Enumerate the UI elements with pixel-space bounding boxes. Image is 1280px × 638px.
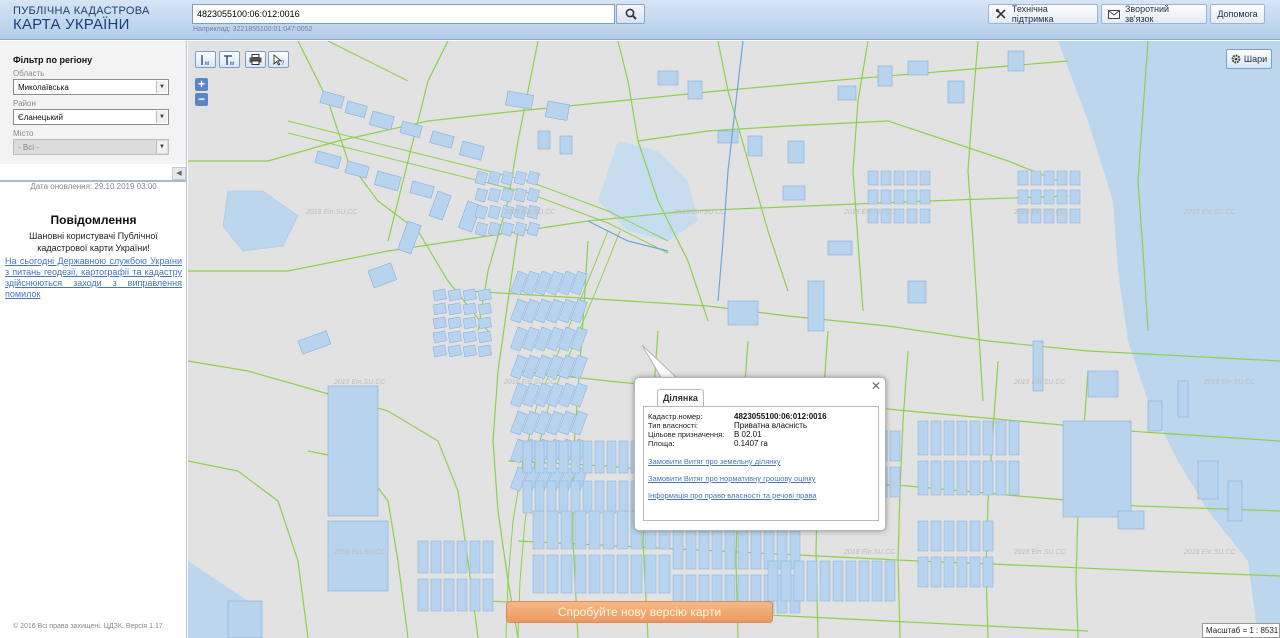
- zoom-in-button[interactable]: +: [195, 78, 208, 91]
- watermark: 2018 Ein.SU.CC: [504, 209, 556, 216]
- gear-icon: [1231, 54, 1241, 64]
- watermark: 2018 Ein.SU.CC: [334, 379, 386, 386]
- svg-text:м: м: [205, 61, 209, 66]
- city-select-value: - Всі -: [18, 143, 39, 152]
- area-value: 0.1407 га: [734, 439, 768, 448]
- district-label: Район: [13, 99, 36, 108]
- ownership-info-link[interactable]: Інформація про право власності та речові…: [648, 491, 817, 500]
- watermark: 2018 Ein.SU.CC: [674, 209, 726, 216]
- cadastral-search-input[interactable]: [192, 4, 615, 24]
- logo-line2: КАРТА УКРАЇНИ: [13, 16, 130, 33]
- watermark: 2018 Ein.SU.CC: [1184, 209, 1236, 216]
- search-hint: Наприклад: 3221855100:01:047:0052: [193, 26, 313, 33]
- collapse-sidebar-button[interactable]: ◀: [172, 167, 186, 180]
- try-new-version-button[interactable]: Спробуйте нову версію карти: [506, 601, 773, 623]
- update-date: Дата оновлення: 29.10.2019 03:00: [30, 182, 157, 191]
- zoom-out-button[interactable]: −: [195, 93, 208, 106]
- city-select: - Всі - ▼: [13, 139, 169, 155]
- order-valuation-extract-link[interactable]: Замовити Витяг про нормативну грошову оц…: [648, 474, 815, 483]
- watermark: 2018 Ein.SU.CC: [1204, 379, 1256, 386]
- help-button[interactable]: Допомога: [1210, 4, 1265, 24]
- ownership-type-value: Приватна власність: [734, 421, 808, 430]
- district-select[interactable]: Єланецький ▼: [13, 109, 169, 125]
- chevron-down-icon: ▼: [156, 111, 167, 123]
- popup-body: Кадастр.номер: 4823055100:06:012:0016 Ти…: [643, 406, 879, 521]
- search-icon: [625, 8, 637, 20]
- purpose-label: Цільове призначення:: [648, 430, 725, 439]
- feedback-label: Зворотний зв'язок: [1124, 4, 1170, 24]
- ruler-icon: м: [200, 54, 209, 66]
- svg-text:м: м: [230, 61, 234, 66]
- cadastral-number-value: 4823055100:06:012:0016: [734, 412, 827, 421]
- close-icon[interactable]: ✕: [871, 379, 881, 393]
- measure-area-button[interactable]: м: [219, 51, 240, 68]
- region-select[interactable]: Миколаївська ▼: [13, 79, 169, 95]
- identify-button[interactable]: ?: [268, 51, 289, 68]
- purpose-value: В 02.01: [734, 430, 762, 439]
- measure-distance-button[interactable]: м: [195, 51, 216, 68]
- feedback-button[interactable]: Зворотний зв'язок: [1101, 4, 1207, 24]
- layers-label: Шари: [1243, 54, 1268, 64]
- chevron-down-icon: ▼: [156, 141, 167, 153]
- cursor-question-icon: ?: [273, 53, 285, 66]
- chevron-down-icon: ▼: [156, 81, 167, 93]
- header: ПУБЛІЧНА КАДАСТРОВА КАРТА УКРАЇНИ Наприк…: [0, 0, 1280, 40]
- district-select-value: Єланецький: [18, 113, 63, 122]
- area-label: Площа:: [648, 439, 675, 448]
- city-label: Місто: [13, 129, 34, 138]
- sidebar: Фільтр по регіону Область Миколаївська ▼…: [0, 41, 187, 638]
- printer-icon: [249, 54, 262, 65]
- svg-text:?: ?: [281, 61, 285, 66]
- support-button[interactable]: Технічна підтримка: [988, 4, 1098, 24]
- print-button[interactable]: [245, 51, 266, 68]
- watermark: 2018 Ein.SU.CC: [306, 209, 358, 216]
- logo[interactable]: ПУБЛІЧНА КАДАСТРОВА КАРТА УКРАЇНИ: [13, 5, 150, 33]
- watermark: 2018 Ein.SU.CC: [504, 379, 556, 386]
- scale-readout: Масштаб = 1 : 8531: [1202, 623, 1280, 638]
- parcel-info-popup: ✕ Ділянка Кадастр.номер: 4823055100:06:0…: [634, 377, 886, 531]
- watermark: 2018 Ein.SU.CC: [1184, 549, 1236, 556]
- cadastral-number-label: Кадастр.номер:: [648, 412, 703, 421]
- help-label: Допомога: [1217, 9, 1258, 19]
- notice-text: Шановні користувачі Публічної кадастрово…: [29, 231, 158, 253]
- notice-link[interactable]: На сьогодні Державною службою України з …: [5, 256, 182, 300]
- copyright: © 2016 Всі права захищені. ЦДЗК. Версія …: [13, 623, 165, 630]
- watermark: 2018 Ein.SU.CC: [1014, 379, 1066, 386]
- notice-title: Повідомлення: [50, 213, 137, 227]
- watermark: 2018 Ein.SU.CC: [334, 549, 386, 556]
- region-label: Область: [13, 69, 45, 78]
- tab-parcel[interactable]: Ділянка: [657, 389, 704, 406]
- search-button[interactable]: [616, 4, 645, 24]
- cadastral-map[interactable]: 2018 Ein.SU.CC 2018 Ein.SU.CC 2018 Ein.S…: [188, 41, 1280, 638]
- watermark: 2018 Ein.SU.CC: [1014, 549, 1066, 556]
- watermark: 2018 Ein.SU.CC: [844, 209, 896, 216]
- region-select-value: Миколаївська: [18, 83, 69, 92]
- ownership-type-label: Тип власності:: [648, 421, 698, 430]
- watermark: 2018 Ein.SU.CC: [844, 549, 896, 556]
- filter-title: Фільтр по регіону: [13, 55, 93, 65]
- tools-icon: [995, 8, 1006, 19]
- support-label: Технічна підтримка: [1011, 4, 1054, 24]
- order-parcel-extract-link[interactable]: Замовити Витяг про земельну ділянку: [648, 457, 781, 466]
- region-filter-panel: Фільтр по регіону Область Миколаївська ▼…: [0, 41, 186, 164]
- watermark: 2018 Ein.SU.CC: [1014, 209, 1066, 216]
- area-ruler-icon: м: [223, 54, 234, 66]
- layers-button[interactable]: Шари: [1226, 49, 1272, 69]
- envelope-icon: [1108, 9, 1120, 19]
